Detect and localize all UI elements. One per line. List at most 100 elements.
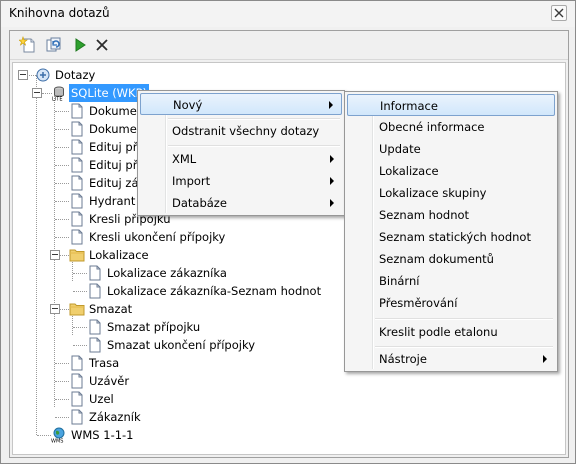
- delete-button[interactable]: [93, 36, 111, 54]
- tree-node-query[interactable]: Trasa: [69, 354, 169, 372]
- menu-item-lokalizace[interactable]: Lokalizace: [347, 160, 555, 182]
- tree-line: [55, 183, 69, 184]
- document-icon: [89, 265, 101, 281]
- document-icon: [71, 157, 83, 173]
- document-icon: [71, 121, 83, 137]
- tree-line: [73, 291, 87, 292]
- menu-item-label: Kreslit podle etalonu: [379, 325, 498, 339]
- document-icon: [71, 409, 83, 425]
- menu-item-update[interactable]: Update: [347, 138, 555, 160]
- menu-separator: [168, 145, 340, 147]
- menu-item-label: Databáze: [172, 196, 227, 210]
- tree-node-label: Uzávěr: [89, 374, 130, 388]
- collapse-toggle[interactable]: [50, 250, 60, 260]
- menu-item-informace[interactable]: Informace: [347, 94, 555, 116]
- tree-node-wms[interactable]: WMS WMS 1-1-1: [51, 426, 171, 444]
- run-button[interactable]: [71, 36, 89, 54]
- tree-node-label: Uzel: [89, 392, 114, 406]
- tree-node-label: Lokalizace zákazníka-Seznam hodnot: [107, 284, 322, 298]
- folder-icon: [69, 249, 85, 262]
- tree-node-label: Smazat: [89, 302, 133, 316]
- menu-item-label: Obecné informace: [379, 120, 485, 134]
- refresh-button[interactable]: [45, 36, 63, 54]
- tree-node-query[interactable]: Kresli ukončení přípojky: [69, 228, 249, 246]
- collapse-toggle[interactable]: [32, 88, 42, 98]
- document-icon: [89, 337, 101, 353]
- menu-item-label: Seznam dokumentů: [379, 252, 494, 266]
- tree-node-query[interactable]: Zákazník: [69, 408, 169, 426]
- submenu-arrow-icon: [330, 155, 334, 163]
- menu-item-label: Lokalizace skupiny: [379, 186, 487, 200]
- tree-node-label: Smazat přípojku: [107, 320, 201, 334]
- tree-node-query[interactable]: Uzávěr: [69, 372, 169, 390]
- database-icon: LITE: [52, 86, 64, 101]
- menu-item-novy[interactable]: Nový: [140, 93, 342, 115]
- document-icon: [71, 175, 83, 191]
- menu-item-label: XML: [172, 152, 197, 166]
- tree-line: [73, 345, 87, 346]
- submenu-novy: Informace Obecné informace Update Lokali…: [344, 91, 558, 372]
- document-icon: [89, 319, 101, 335]
- tree-line: [55, 165, 69, 166]
- menu-item-odstranit[interactable]: Odstranit všechny dotazy: [140, 120, 342, 142]
- tree-line: [55, 363, 69, 364]
- tree-node-query[interactable]: Smazat ukončení přípojky: [87, 336, 287, 354]
- menu-item-seznam-dokumentu[interactable]: Seznam dokumentů: [347, 248, 555, 270]
- title-bar: Knihovna dotazů: [1, 1, 575, 27]
- tree-node-label: Zákazník: [89, 410, 141, 424]
- document-icon: [71, 193, 83, 209]
- queries-root-icon: [36, 68, 50, 82]
- new-query-button[interactable]: [19, 36, 37, 54]
- menu-item-label: Nástroje: [379, 352, 427, 366]
- tree-node-folder-lokalizace[interactable]: Lokalizace: [69, 246, 169, 264]
- tree-line: [54, 91, 55, 407]
- menu-item-import[interactable]: Import: [140, 170, 342, 192]
- menu-item-label: Seznam statických hodnot: [379, 230, 531, 244]
- menu-item-seznam-statickych-hodnot[interactable]: Seznam statických hodnot: [347, 226, 555, 248]
- menu-separator: [375, 318, 553, 320]
- close-button[interactable]: [551, 5, 567, 21]
- svg-text:WMS: WMS: [51, 439, 63, 444]
- menu-item-binarni[interactable]: Binární: [347, 270, 555, 292]
- menu-item-xml[interactable]: XML: [140, 148, 342, 170]
- menu-item-label: Import: [172, 174, 211, 188]
- menu-item-kreslit-podle-etalonu[interactable]: Kreslit podle etalonu: [347, 321, 555, 343]
- submenu-arrow-icon: [330, 177, 334, 185]
- tree-node-query[interactable]: Lokalizace zákazníka-Seznam hodnot: [87, 282, 337, 300]
- tree-node-label: Dotazy: [55, 68, 96, 82]
- tree-node-label: Smazat ukončení přípojky: [107, 338, 256, 352]
- menu-item-nastroje[interactable]: Nástroje: [347, 348, 555, 370]
- globe-icon: WMS: [51, 427, 65, 444]
- tree-node-query[interactable]: Lokalizace zákazníka: [87, 264, 247, 282]
- document-icon: [71, 355, 83, 371]
- tree-node-folder-smazat[interactable]: Smazat: [69, 300, 169, 318]
- menu-item-seznam-hodnot[interactable]: Seznam hodnot: [347, 204, 555, 226]
- tree-node-label: WMS 1-1-1: [71, 428, 134, 442]
- tree-node-dotazy[interactable]: Dotazy: [35, 66, 155, 84]
- document-icon: [71, 103, 83, 119]
- close-icon: [554, 8, 564, 18]
- tree-node-query[interactable]: Smazat přípojku: [87, 318, 247, 336]
- tree-node-query[interactable]: Uzel: [69, 390, 169, 408]
- submenu-arrow-icon: [329, 101, 333, 109]
- submenu-arrow-icon: [543, 355, 547, 363]
- delete-icon: [96, 39, 108, 51]
- refresh-icon: [46, 37, 61, 52]
- tree-node-label: Trasa: [89, 356, 120, 370]
- tree-line: [60, 255, 69, 256]
- menu-item-label: Odstranit všechny dotazy: [172, 124, 320, 138]
- menu-item-obecne-informace[interactable]: Obecné informace: [347, 116, 555, 138]
- tree-node-label: Hydrant: [89, 194, 136, 208]
- tree-line: [55, 111, 69, 112]
- menu-item-databaze[interactable]: Databáze: [140, 192, 342, 214]
- context-menu: Nový Odstranit všechny dotazy XML Import…: [137, 90, 345, 216]
- collapse-toggle[interactable]: [50, 304, 60, 314]
- menu-item-presmerovani[interactable]: Přesměrování: [347, 292, 555, 314]
- menu-item-lokalizace-skupiny[interactable]: Lokalizace skupiny: [347, 182, 555, 204]
- tree-line: [60, 309, 69, 310]
- menu-item-label: Lokalizace: [379, 164, 439, 178]
- tree-node-label: Kresli ukončení přípojky: [89, 230, 226, 244]
- menu-item-label: Přesměrování: [379, 296, 458, 310]
- document-icon: [71, 229, 83, 245]
- new-query-icon: [19, 36, 35, 53]
